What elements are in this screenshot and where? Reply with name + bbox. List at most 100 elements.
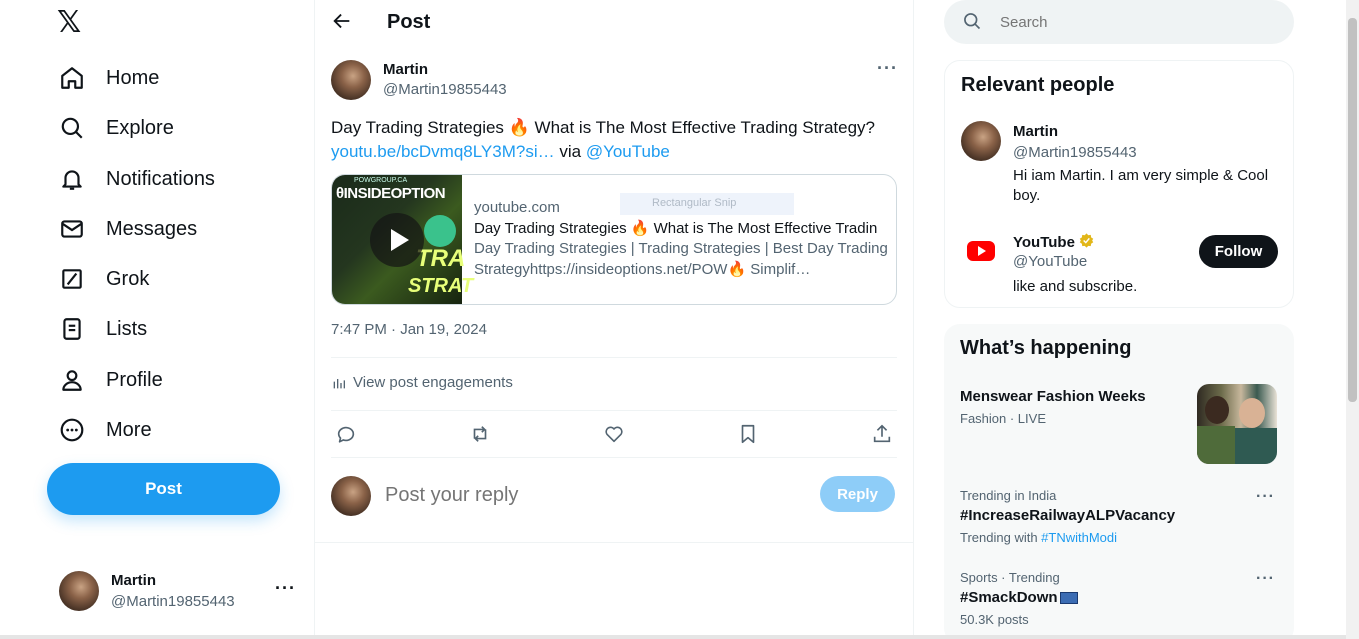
post-via: via <box>554 142 586 161</box>
person-handle[interactable]: @YouTube <box>1013 253 1087 270</box>
share-icon[interactable] <box>867 420 897 448</box>
trend-sub-link[interactable]: #TNwithModi <box>1041 530 1117 545</box>
nav-item-explore[interactable]: Explore <box>57 108 174 148</box>
trend-title-row[interactable]: #SmackDown <box>960 589 1078 606</box>
post-timestamp[interactable]: 7:47 PM · Jan 19, 2024 <box>331 321 487 338</box>
divider <box>331 457 897 458</box>
more-dots-icon[interactable]: ··· <box>877 58 898 79</box>
nav-label: Grok <box>106 267 150 290</box>
main-column: Post Martin @Martin19855443 ··· Day Trad… <box>315 0 914 639</box>
nav-label: Notifications <box>106 167 215 190</box>
post-header: Post <box>315 0 913 44</box>
image-shape <box>1235 428 1277 464</box>
thumbnail-word: TRA <box>416 245 466 272</box>
left-sidebar: 𝕏 Home Explore Notifications Messages Gr… <box>0 0 315 639</box>
trend-title[interactable]: Menswear Fashion Weeks <box>960 388 1146 405</box>
play-icon[interactable] <box>370 213 424 267</box>
bookmark-icon[interactable] <box>733 420 763 448</box>
video-thumbnail[interactable]: POWGROUP.CA θINSIDEOPTION TRA STRAT <box>332 175 473 304</box>
avatar[interactable] <box>331 60 371 100</box>
action-bar <box>331 420 897 448</box>
post-button[interactable]: Post <box>47 463 280 515</box>
author-handle[interactable]: @Martin19855443 <box>383 81 507 98</box>
nav-item-profile[interactable]: Profile <box>57 360 163 400</box>
trend-meta: Sports · Trending <box>960 570 1060 585</box>
list-icon <box>57 314 87 344</box>
person-bio: like and subscribe. <box>1013 278 1138 295</box>
whats-happening-box: What’s happening Menswear Fashion Weeks … <box>944 324 1294 639</box>
bottom-edge <box>0 635 1346 639</box>
more-circle-icon <box>57 415 87 445</box>
search-box[interactable] <box>944 0 1294 44</box>
nav-item-notifications[interactable]: Notifications <box>57 159 215 199</box>
more-dots-icon[interactable]: ··· <box>1256 488 1275 506</box>
trend-meta: Trending in India <box>960 488 1057 503</box>
thumbnail-word: STRAT <box>408 275 474 297</box>
card-domain: youtube.com <box>474 199 560 216</box>
avatar <box>331 476 371 516</box>
trend-image[interactable] <box>1197 384 1277 464</box>
divider <box>331 410 897 411</box>
trend-title[interactable]: #IncreaseRailwayALPVacancy <box>960 507 1175 524</box>
nav-label: Lists <box>106 317 148 340</box>
thumbnail-brand: θINSIDEOPTION <box>336 185 446 202</box>
youtube-logo-icon[interactable] <box>961 231 1001 271</box>
more-dots-icon[interactable]: ··· <box>1256 570 1275 588</box>
nav-item-grok[interactable]: Grok <box>57 259 149 299</box>
bell-icon <box>57 164 87 194</box>
account-handle: @Martin19855443 <box>111 593 235 610</box>
post-text: Day Trading Strategies 🔥 What is The Mos… <box>331 116 901 164</box>
home-icon <box>57 63 87 93</box>
nav-item-more[interactable]: More <box>57 410 152 450</box>
link-preview-card[interactable]: POWGROUP.CA θINSIDEOPTION TRA STRAT Rect… <box>331 174 897 305</box>
avatar <box>59 571 99 611</box>
repost-icon[interactable] <box>465 420 495 448</box>
card-body: youtube.com Day Trading Strategies 🔥 Wha… <box>474 199 894 280</box>
post-text-body: Day Trading Strategies 🔥 What is The Mos… <box>331 118 876 137</box>
person-handle[interactable]: @Martin19855443 <box>1013 144 1137 161</box>
account-switcher[interactable]: Martin @Martin19855443 ··· <box>59 570 299 614</box>
nav-label: Messages <box>106 217 198 240</box>
card-description: Day Trading Strategies | Trading Strateg… <box>474 240 888 278</box>
relevant-people-box: Relevant people Martin @Martin19855443 H… <box>944 60 1294 308</box>
thumbnail-logo <box>424 215 456 247</box>
section-title: What’s happening <box>960 337 1132 359</box>
search-icon <box>57 113 87 143</box>
account-name: Martin <box>111 572 156 589</box>
smackdown-emoji-icon <box>1059 592 1078 605</box>
nav-item-messages[interactable]: Messages <box>57 209 197 249</box>
person-name-row[interactable]: YouTube <box>1013 232 1095 253</box>
nav-label: More <box>106 418 152 441</box>
author-name[interactable]: Martin <box>383 61 428 78</box>
image-shape <box>1205 396 1229 424</box>
x-logo-icon[interactable]: 𝕏 <box>57 7 89 39</box>
section-title: Relevant people <box>961 74 1115 96</box>
engagements-label: View post engagements <box>353 374 513 391</box>
follow-button[interactable]: Follow <box>1199 235 1278 268</box>
nav-label: Explore <box>106 116 174 139</box>
view-engagements-link[interactable]: View post engagements <box>331 374 513 391</box>
more-dots-icon[interactable]: ··· <box>275 578 296 599</box>
person-name[interactable]: Martin <box>1013 123 1058 140</box>
reply-icon[interactable] <box>331 420 361 448</box>
trend-sub: Trending with #TNwithModi <box>960 530 1117 545</box>
mail-icon <box>57 214 87 244</box>
scrollbar[interactable] <box>1346 0 1359 639</box>
nav-item-lists[interactable]: Lists <box>57 309 147 349</box>
person-name: YouTube <box>1013 234 1075 251</box>
search-icon <box>962 11 982 36</box>
search-input[interactable] <box>1000 10 1260 34</box>
trend-sub-text: Trending with <box>960 530 1042 545</box>
reply-button[interactable]: Reply <box>820 476 895 512</box>
avatar[interactable] <box>961 121 1001 161</box>
divider <box>315 542 913 543</box>
reply-input[interactable] <box>385 480 785 510</box>
scrollbar-thumb[interactable] <box>1348 18 1357 402</box>
thumbnail-subtext: POWGROUP.CA <box>354 177 408 184</box>
nav-item-home[interactable]: Home <box>57 58 159 98</box>
mention-link[interactable]: @YouTube <box>586 142 670 161</box>
trend-title: #SmackDown <box>960 589 1058 606</box>
like-heart-icon[interactable] <box>599 420 629 448</box>
back-arrow-icon[interactable] <box>331 10 353 32</box>
post-link[interactable]: youtu.be/bcDvmq8LY3M?si… <box>331 142 555 161</box>
